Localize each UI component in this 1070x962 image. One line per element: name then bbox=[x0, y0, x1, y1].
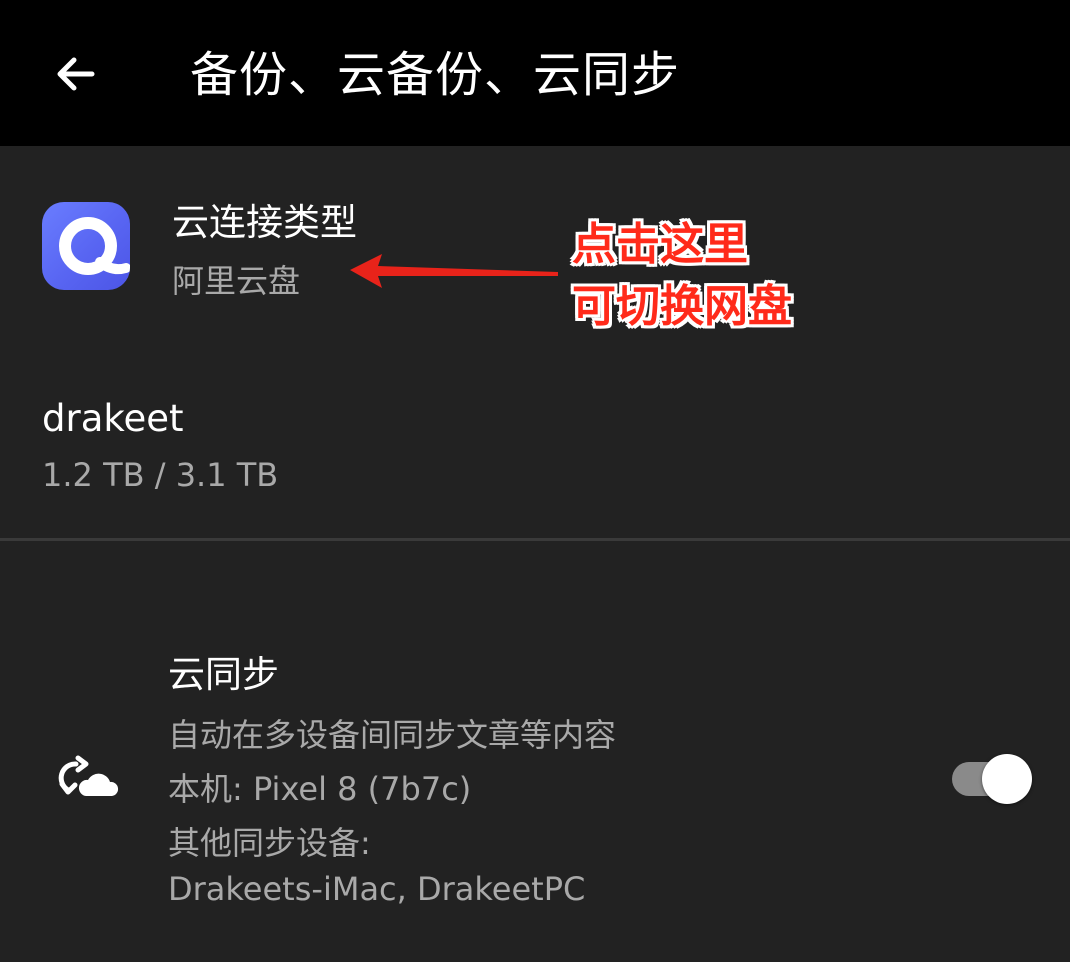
cloud-type-value: 阿里云盘 bbox=[172, 262, 301, 300]
account-name: drakeet bbox=[42, 397, 184, 440]
cloud-sync-toggle[interactable] bbox=[952, 754, 1034, 804]
page-title: 备份、云备份、云同步 bbox=[190, 47, 681, 103]
other-devices-label: 其他同步设备: bbox=[168, 824, 371, 862]
top-app-bar: 备份、云备份、云同步 bbox=[0, 0, 1070, 146]
this-device-label: 本机: Pixel 8 (7b7c) bbox=[168, 770, 472, 808]
section-divider bbox=[0, 538, 1070, 541]
cloud-connection-type-item[interactable]: 云连接类型 阿里云盘 bbox=[0, 150, 1070, 340]
cloud-sync-item[interactable]: 云同步 自动在多设备间同步文章等内容 本机: Pixel 8 (7b7c) 其他… bbox=[0, 600, 1070, 930]
back-button[interactable] bbox=[40, 38, 112, 110]
arrow-left-icon bbox=[57, 57, 95, 91]
other-devices-list: Drakeets-iMac, DrakeetPC bbox=[168, 870, 586, 908]
annotation-line-2: 可切换网盘 bbox=[572, 281, 792, 332]
aliyun-drive-icon bbox=[42, 202, 130, 290]
cloud-type-title: 云连接类型 bbox=[172, 201, 357, 244]
cloud-sync-description: 自动在多设备间同步文章等内容 bbox=[168, 716, 617, 754]
toggle-knob bbox=[982, 754, 1032, 804]
annotation-arrow-icon bbox=[350, 254, 558, 288]
storage-usage: 1.2 TB / 3.1 TB bbox=[42, 456, 279, 494]
cloud-sync-icon bbox=[58, 755, 119, 796]
settings-screen: 备份、云备份、云同步 云连接类型 阿里云盘 drakeet 1.2 TB / 3… bbox=[0, 0, 1070, 962]
annotation-line-1: 点击这里 bbox=[572, 219, 748, 270]
account-item[interactable]: drakeet 1.2 TB / 3.1 TB bbox=[0, 370, 1070, 530]
cloud-sync-title: 云同步 bbox=[168, 653, 279, 696]
annotation-text: 点击这里 可切换网盘 bbox=[572, 214, 792, 338]
